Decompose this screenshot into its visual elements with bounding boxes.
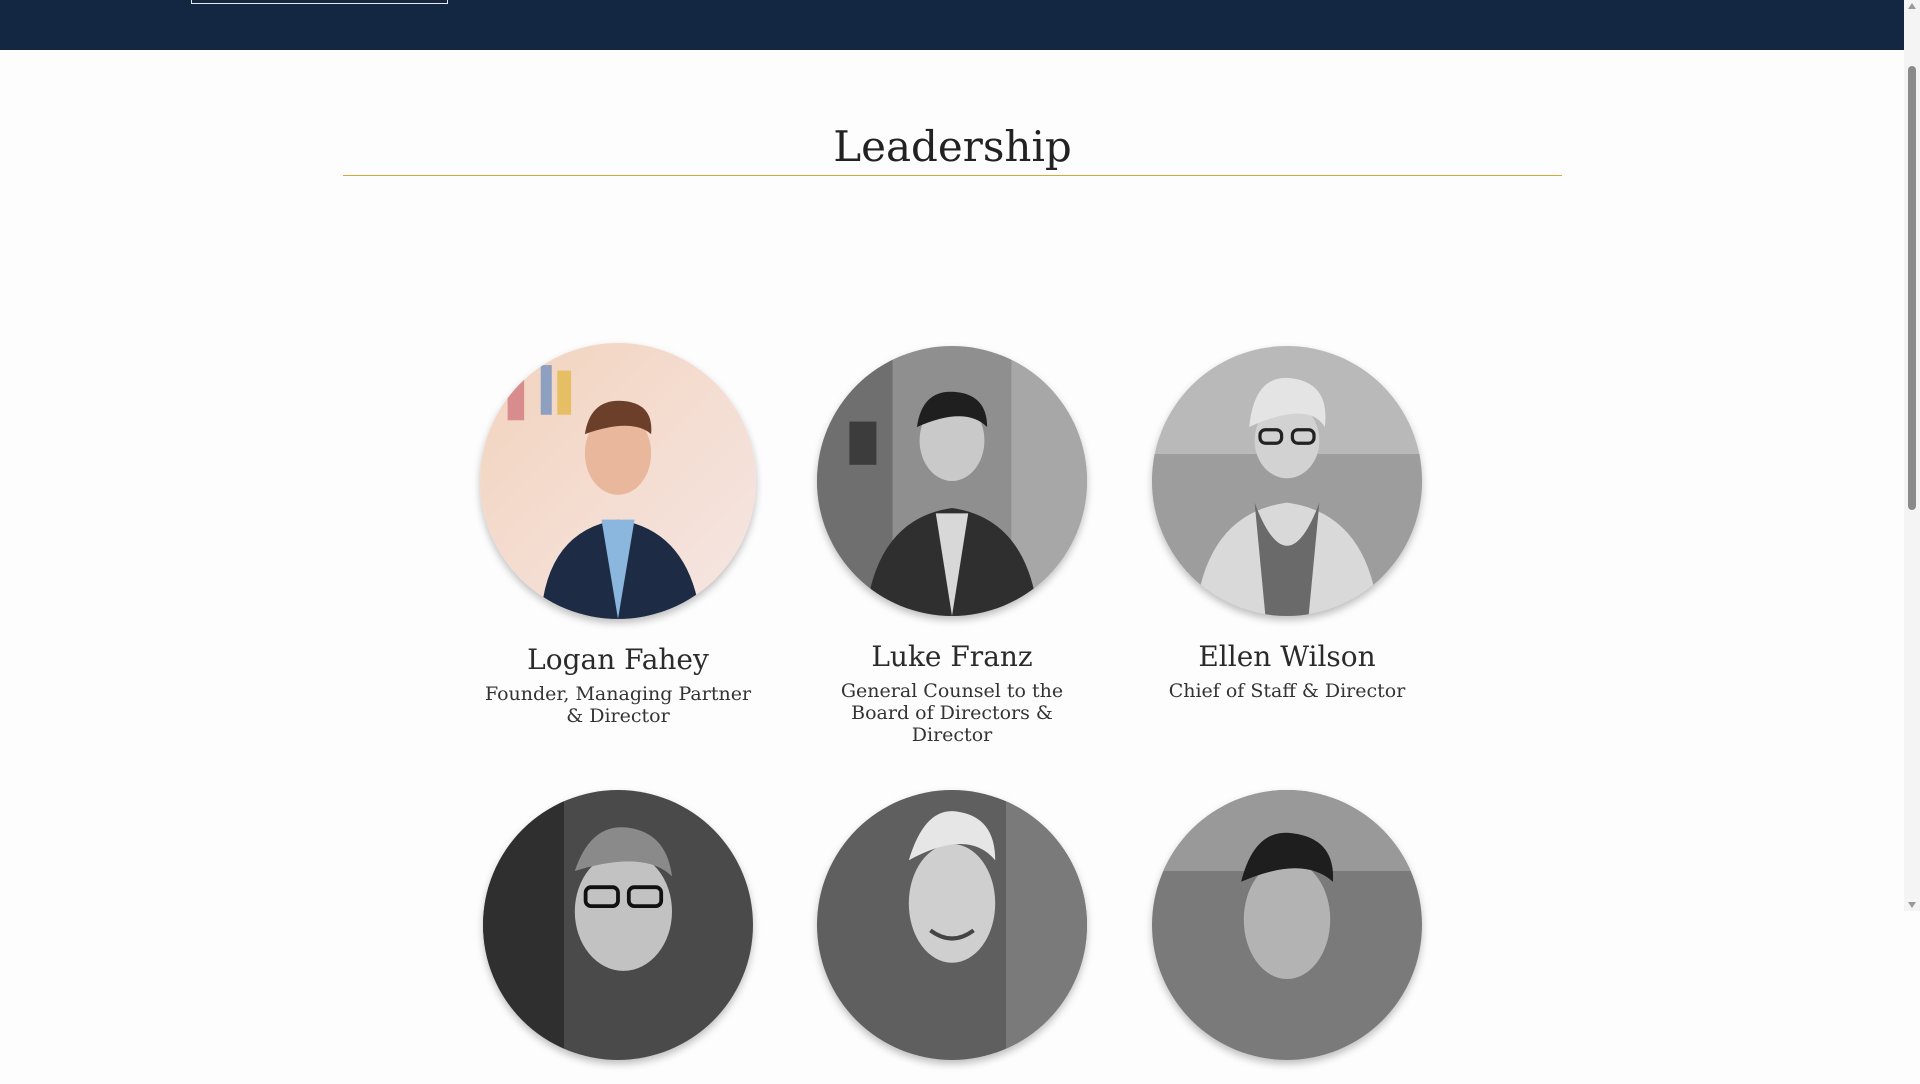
leader-photo-image [1152,346,1422,616]
leader-photo[interactable] [817,790,1087,1060]
leader-name[interactable]: Logan Fahey [468,643,768,677]
scrollbar-thumb[interactable] [1908,66,1916,510]
leader-card[interactable] [468,790,768,1084]
leader-photo-image [817,790,1087,1060]
leader-photo-image [483,790,753,1060]
leader-photo[interactable] [480,343,756,619]
leader-card[interactable]: Luke Franz General Counsel to the Board … [802,346,1102,746]
leader-name[interactable]: Ellen Wilson [1137,640,1437,674]
title-divider [343,175,1562,176]
scroll-up-arrow-icon[interactable] [1908,3,1916,9]
leader-name[interactable]: Luke Franz [802,640,1102,674]
scroll-down-arrow-icon[interactable] [1908,902,1916,908]
leader-photo-image [817,346,1087,616]
section-title: Leadership [833,122,1072,171]
leader-photo-image [480,343,756,619]
leader-role: General Counsel to the Board of Director… [840,680,1064,746]
page-scrollbar[interactable] [1904,0,1920,911]
leader-photo-image [1152,790,1422,1060]
leader-photo[interactable] [1152,346,1422,616]
leader-photo[interactable] [817,346,1087,616]
leader-card[interactable] [802,790,1102,1084]
header-nav-button[interactable] [191,0,448,4]
site-header [0,0,1904,50]
leader-photo[interactable] [1152,790,1422,1060]
leader-card[interactable]: Ellen Wilson Chief of Staff & Director [1137,346,1437,702]
leader-card[interactable]: Logan Fahey Founder, Managing Partner & … [468,343,768,727]
leader-role: Chief of Staff & Director [1168,680,1406,702]
leader-role: Founder, Managing Partner & Director [484,683,752,727]
leader-card[interactable] [1137,790,1437,1084]
leader-photo[interactable] [483,790,753,1060]
